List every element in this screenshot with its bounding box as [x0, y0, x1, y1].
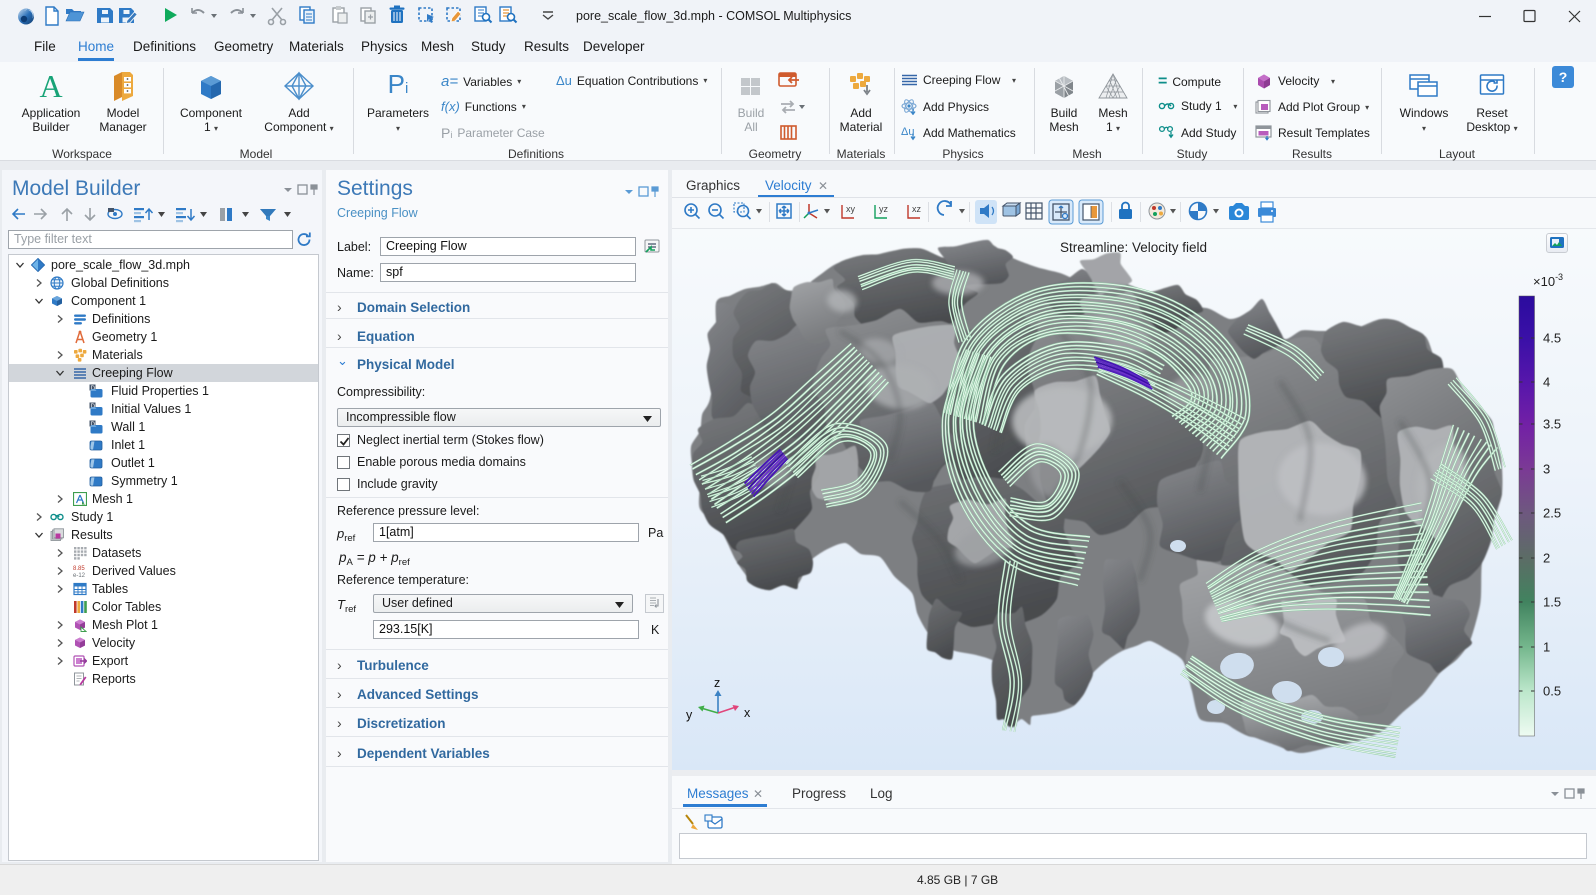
svg-text:4: 4: [1543, 375, 1550, 390]
svg-text:×10-3: ×10-3: [1533, 272, 1563, 289]
svg-text:1: 1: [1543, 640, 1550, 655]
svg-text:xz: xz: [912, 204, 922, 214]
svg-text:yz: yz: [879, 204, 889, 214]
svg-text:2: 2: [1543, 551, 1550, 566]
svg-text:x: x: [744, 706, 751, 720]
svg-text:y: y: [686, 708, 693, 722]
svg-text:z: z: [714, 676, 720, 690]
svg-text:e-12: e-12: [73, 573, 86, 578]
svg-text:4.5: 4.5: [1543, 331, 1561, 346]
svg-text:8.85: 8.85: [73, 566, 85, 572]
svg-text:3.5: 3.5: [1543, 417, 1561, 432]
svg-text:3: 3: [1543, 462, 1550, 477]
svg-text:0.5: 0.5: [1543, 684, 1561, 699]
svg-text:1.5: 1.5: [1543, 595, 1561, 610]
svg-text:xy: xy: [846, 204, 856, 214]
svg-text:2.5: 2.5: [1543, 506, 1561, 521]
